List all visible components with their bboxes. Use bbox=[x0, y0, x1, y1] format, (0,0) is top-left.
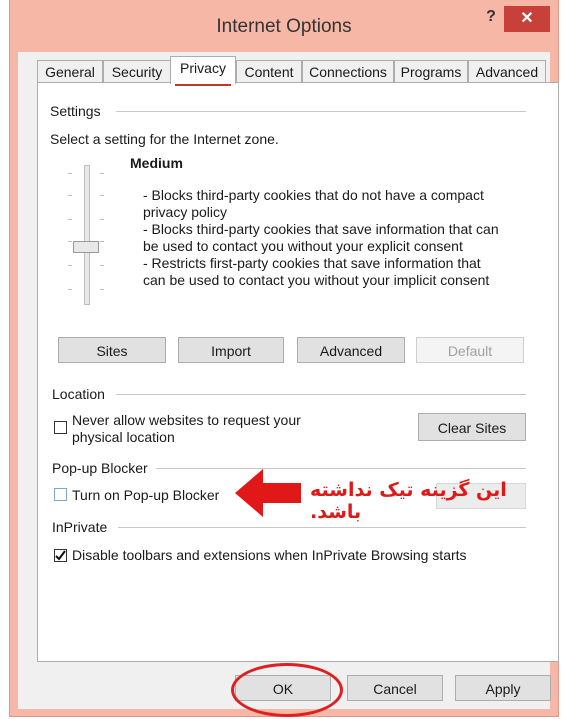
popup-divider bbox=[156, 468, 526, 469]
slider-tick bbox=[68, 173, 72, 174]
privacy-level-label: Medium bbox=[130, 155, 183, 171]
title-bar[interactable]: Internet Options ? ✕ bbox=[10, 0, 558, 52]
inprivate-disable-toolbars-checkbox[interactable] bbox=[54, 549, 67, 562]
inprivate-disable-toolbars-label[interactable]: Disable toolbars and extensions when InP… bbox=[72, 547, 467, 564]
settings-divider bbox=[116, 111, 526, 112]
checkmark-icon bbox=[55, 550, 66, 561]
help-button[interactable]: ? bbox=[478, 8, 504, 30]
slider-tick bbox=[68, 289, 72, 290]
slider-tick bbox=[100, 265, 104, 266]
level-desc-line: - Blocks third-party cookies that save i… bbox=[143, 221, 499, 237]
advanced-button[interactable]: Advanced bbox=[297, 337, 405, 363]
clear-sites-button[interactable]: Clear Sites bbox=[418, 413, 526, 441]
level-desc-line: can be used to contact you without your … bbox=[143, 272, 490, 288]
popup-heading: Pop-up Blocker bbox=[52, 460, 148, 476]
slider-track[interactable] bbox=[84, 165, 90, 305]
level-desc-line: - Blocks third-party cookies that do not… bbox=[143, 187, 484, 203]
never-allow-location-label[interactable]: Never allow websites to request your bbox=[72, 412, 301, 429]
tab-general[interactable]: General bbox=[37, 60, 103, 84]
location-heading: Location bbox=[52, 386, 105, 402]
slider-tick bbox=[100, 195, 104, 196]
tab-privacy[interactable]: Privacy bbox=[170, 56, 236, 86]
level-desc-line: be used to contact you without your expl… bbox=[143, 238, 463, 254]
inprivate-heading: InPrivate bbox=[52, 519, 108, 535]
settings-heading: Settings bbox=[50, 103, 101, 119]
apply-button[interactable]: Apply bbox=[455, 675, 551, 701]
tab-programs[interactable]: Programs bbox=[394, 60, 468, 84]
popup-blocker-label[interactable]: Turn on Pop-up Blocker bbox=[72, 487, 219, 504]
popup-blocker-checkbox[interactable] bbox=[54, 488, 67, 501]
privacy-panel: Settings Select a setting for the Intern… bbox=[37, 82, 559, 662]
never-allow-location-checkbox[interactable] bbox=[54, 421, 67, 434]
tab-content[interactable]: Content bbox=[236, 60, 302, 84]
sites-button[interactable]: Sites bbox=[58, 337, 166, 363]
location-divider bbox=[116, 394, 526, 395]
never-allow-location-label[interactable]: physical location bbox=[72, 429, 175, 446]
inprivate-divider bbox=[118, 527, 526, 528]
tab-advanced[interactable]: Advanced bbox=[468, 60, 546, 84]
level-desc-line: - Restricts first-party cookies that sav… bbox=[143, 255, 481, 271]
tab-connections[interactable]: Connections bbox=[302, 60, 394, 84]
slider-tick bbox=[100, 289, 104, 290]
slider-tick bbox=[68, 241, 72, 242]
slider-tick bbox=[100, 173, 104, 174]
close-button[interactable]: ✕ bbox=[504, 6, 550, 32]
slider-tick bbox=[68, 219, 72, 220]
internet-options-window: Internet Options ? ✕ General Security Pr… bbox=[10, 0, 559, 717]
settings-intro: Select a setting for the Internet zone. bbox=[50, 131, 279, 147]
slider-tick bbox=[100, 241, 104, 242]
dialog-client-area: General Security Privacy Content Connect… bbox=[18, 52, 559, 717]
window-title: Internet Options bbox=[216, 16, 352, 37]
cancel-button[interactable]: Cancel bbox=[347, 675, 443, 701]
red-arrow-icon bbox=[235, 469, 301, 517]
slider-tick bbox=[100, 219, 104, 220]
level-desc-line: privacy policy bbox=[143, 204, 228, 220]
import-button[interactable]: Import bbox=[178, 337, 284, 363]
default-button[interactable]: Default bbox=[416, 337, 524, 363]
slider-tick bbox=[68, 265, 72, 266]
ok-highlight-ring bbox=[231, 663, 343, 717]
slider-tick bbox=[68, 195, 72, 196]
persian-annotation: این گزینه تیک نداشته باشد. bbox=[310, 479, 507, 523]
tab-security[interactable]: Security bbox=[103, 60, 171, 84]
slider-thumb[interactable] bbox=[73, 241, 99, 253]
